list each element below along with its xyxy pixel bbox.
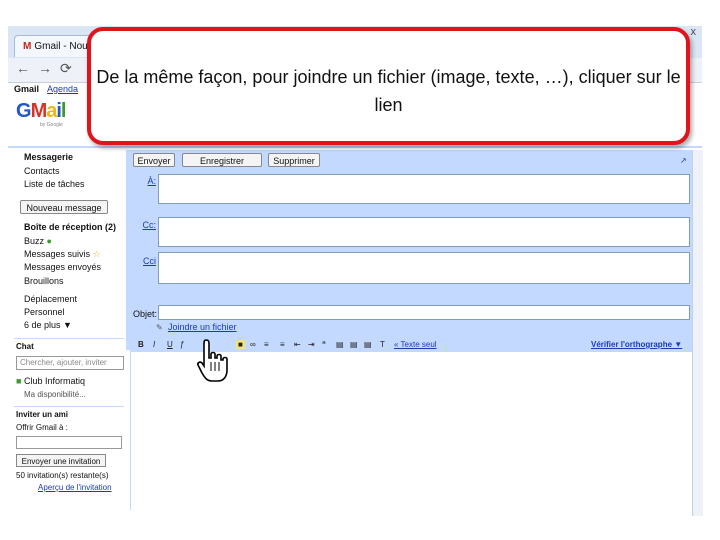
underline-icon[interactable]: U bbox=[167, 340, 173, 349]
numbered-list-icon[interactable]: ≡ bbox=[264, 340, 269, 349]
instruction-callout: De la même façon, pour joindre un fichie… bbox=[87, 27, 690, 145]
popout-icon[interactable]: ↗ bbox=[680, 156, 687, 165]
subject-field[interactable] bbox=[158, 305, 690, 320]
align-left-icon[interactable]: ▤ bbox=[336, 340, 344, 349]
online-status-icon: ■ bbox=[16, 376, 22, 386]
sidebar-item-inbox[interactable]: Boîte de réception (2) bbox=[24, 222, 116, 232]
reload-icon[interactable]: ⟳ bbox=[60, 60, 72, 77]
invite-offer-label: Offrir Gmail à : bbox=[16, 423, 68, 432]
invite-preview-link[interactable]: Aperçu de l'invitation bbox=[38, 483, 112, 492]
back-arrow-icon[interactable]: ← bbox=[16, 60, 30, 76]
bold-icon[interactable]: B bbox=[138, 340, 144, 349]
attach-file-link[interactable]: Joindre un fichier bbox=[168, 322, 237, 332]
invite-divider bbox=[14, 406, 124, 407]
sidebar-item-messagerie[interactable]: Messagerie bbox=[24, 152, 73, 162]
callout-text: De la même façon, pour joindre un fichie… bbox=[96, 67, 681, 115]
quote-icon[interactable]: “ bbox=[322, 340, 326, 349]
subject-label: Objet: bbox=[132, 309, 157, 319]
bcc-label[interactable]: Cci bbox=[130, 256, 156, 266]
chat-title: Chat bbox=[16, 342, 34, 351]
chat-contact-name: Club Informatiq bbox=[23, 376, 85, 386]
hand-cursor-icon bbox=[197, 339, 228, 382]
to-field[interactable] bbox=[158, 174, 690, 204]
chat-search-input[interactable]: Chercher, ajouter, inviter bbox=[16, 356, 124, 370]
gmail-favicon-icon: M bbox=[23, 41, 32, 52]
buzz-label: Buzz bbox=[24, 236, 45, 246]
align-center-icon[interactable]: ▤ bbox=[350, 340, 358, 349]
chat-availability[interactable]: Ma disponibilité... bbox=[24, 390, 86, 399]
cc-label[interactable]: Cc: bbox=[130, 220, 157, 230]
discard-button[interactable]: Supprimer bbox=[268, 153, 320, 167]
indent-more-icon[interactable]: ⇥ bbox=[308, 340, 315, 349]
to-label[interactable]: À: bbox=[130, 176, 156, 186]
link-icon[interactable]: ∞ bbox=[250, 340, 256, 349]
buzz-icon: ● bbox=[46, 236, 52, 246]
sidebar-item-buzz[interactable]: Buzz ● bbox=[24, 236, 52, 246]
tab-title: Gmail - Nou bbox=[34, 41, 88, 52]
sidebar-item-sent[interactable]: Messages envoyés bbox=[24, 262, 101, 272]
send-button[interactable]: Envoyer bbox=[133, 153, 175, 167]
sidebar: Messagerie Contacts Liste de tâches Nouv… bbox=[14, 148, 126, 514]
window-close-icon[interactable]: x bbox=[691, 26, 697, 38]
plain-text-link[interactable]: « Texte seul bbox=[394, 340, 437, 349]
invites-remaining: 50 invitation(s) restante(s) bbox=[16, 471, 109, 480]
spellcheck-link[interactable]: Vérifier l'orthographe ▼ bbox=[591, 340, 682, 349]
compose-button[interactable]: Nouveau message bbox=[20, 200, 108, 214]
sidebar-item-contacts[interactable]: Contacts bbox=[24, 166, 60, 176]
sidebar-more-labels[interactable]: 6 de plus ▼ bbox=[24, 320, 72, 330]
gmail-logo[interactable]: GMail bbox=[16, 100, 66, 123]
paperclip-icon: ✎ bbox=[156, 323, 163, 332]
star-icon: ☆ bbox=[92, 249, 101, 259]
logo-subtitle: by Google bbox=[40, 122, 63, 128]
bullet-list-icon[interactable]: ≡ bbox=[280, 340, 285, 349]
italic-icon[interactable]: I bbox=[153, 340, 155, 349]
send-invite-button[interactable]: Envoyer une invitation bbox=[16, 454, 106, 467]
highlight-icon[interactable]: ■ bbox=[236, 340, 245, 349]
sidebar-label-personnel[interactable]: Personnel bbox=[24, 307, 65, 317]
sidebar-item-starred[interactable]: Messages suivis ☆ bbox=[24, 249, 101, 260]
font-icon[interactable]: ƒ bbox=[180, 340, 184, 349]
cc-field[interactable] bbox=[158, 217, 690, 247]
forward-arrow-icon[interactable]: → bbox=[38, 60, 52, 76]
remove-format-icon[interactable]: T bbox=[380, 340, 385, 349]
align-right-icon[interactable]: ▤ bbox=[364, 340, 372, 349]
indent-less-icon[interactable]: ⇤ bbox=[294, 340, 301, 349]
chat-divider bbox=[14, 338, 124, 339]
sidebar-item-tasks[interactable]: Liste de tâches bbox=[24, 179, 85, 189]
google-topnav: Gmail Agenda bbox=[14, 84, 84, 94]
topnav-gmail[interactable]: Gmail bbox=[14, 84, 39, 94]
save-draft-button[interactable]: Enregistrer bbox=[182, 153, 262, 167]
sidebar-item-drafts[interactable]: Brouillons bbox=[24, 276, 64, 286]
sidebar-label-deplacement[interactable]: Déplacement bbox=[24, 294, 77, 304]
page-scrollbar[interactable] bbox=[692, 150, 703, 516]
bcc-field[interactable] bbox=[158, 252, 690, 284]
starred-label: Messages suivis bbox=[24, 249, 91, 259]
invite-email-input[interactable] bbox=[16, 436, 122, 449]
invite-title: Inviter un ami bbox=[16, 410, 69, 419]
topnav-agenda[interactable]: Agenda bbox=[47, 84, 78, 94]
chat-contact[interactable]: ■ Club Informatiq bbox=[16, 376, 85, 386]
